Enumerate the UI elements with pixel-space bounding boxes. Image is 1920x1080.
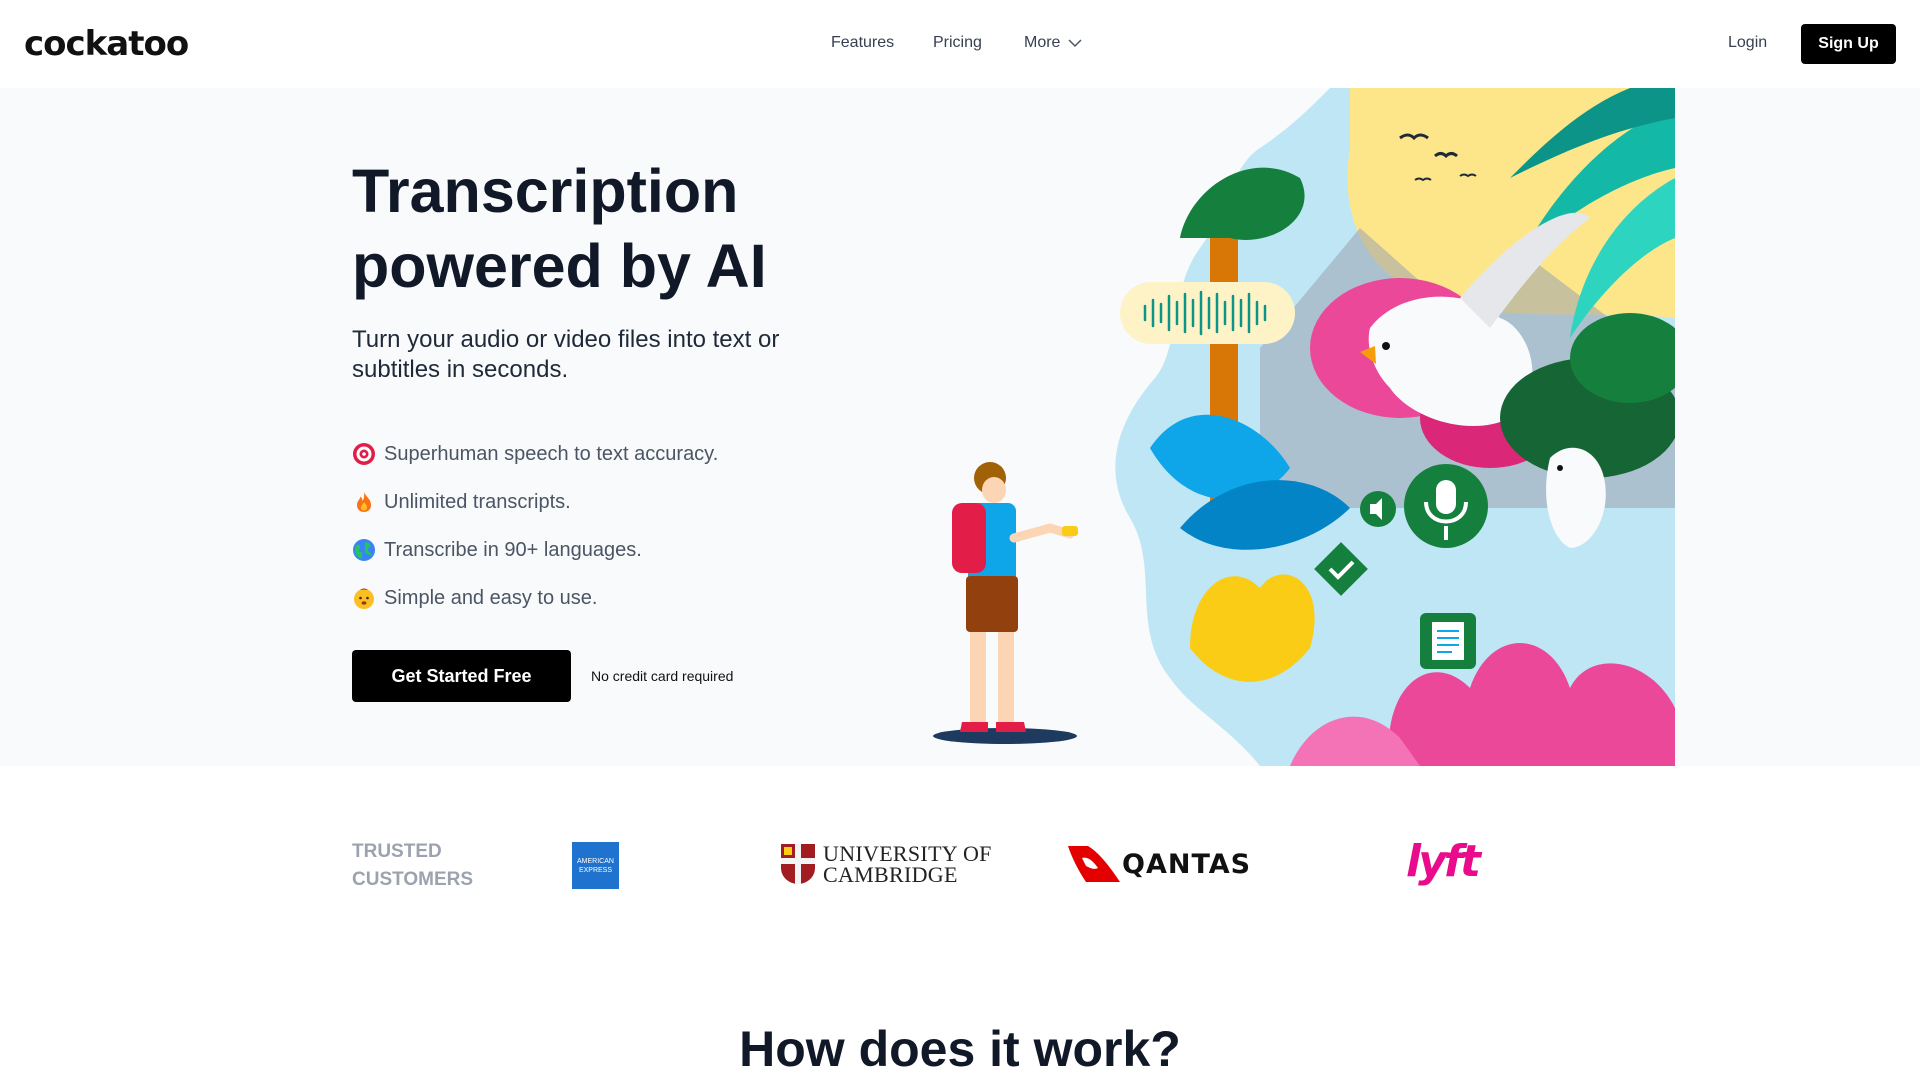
nav-features[interactable]: Features bbox=[831, 34, 894, 52]
hero-title-line1: Transcription bbox=[352, 157, 739, 225]
login-link[interactable]: Login bbox=[1728, 34, 1767, 52]
hero-section: Transcription powered by AI Turn your au… bbox=[0, 88, 1920, 766]
cta-note: No credit card required bbox=[591, 668, 734, 684]
qantas-text: QANTAS bbox=[1122, 848, 1252, 880]
baby-icon bbox=[354, 588, 374, 609]
hero-subtitle: Turn your audio or video files into text… bbox=[352, 326, 780, 383]
feature-item: Simple and easy to use. bbox=[352, 574, 718, 622]
get-started-button[interactable]: Get Started Free bbox=[352, 650, 571, 702]
hero-title: Transcription powered by AI bbox=[352, 154, 872, 304]
nav-more-label: More bbox=[1024, 34, 1061, 51]
trusted-customers-label: TRUSTED CUSTOMERS bbox=[352, 838, 473, 894]
hero-title-line2: powered by AI bbox=[352, 232, 767, 300]
feature-text: Superhuman speech to text accuracy. bbox=[384, 442, 719, 465]
nav-more[interactable]: More bbox=[1024, 34, 1082, 52]
site-header: cockatoo Features Pricing More Login Sig… bbox=[0, 0, 1920, 88]
qantas-kangaroo-icon bbox=[1068, 846, 1120, 882]
chevron-down-icon bbox=[1068, 39, 1082, 48]
cambridge-crest-icon bbox=[781, 844, 815, 884]
qantas-logo: QANTAS bbox=[1068, 846, 1251, 882]
cambridge-line1: UNIVERSITY OF bbox=[823, 841, 992, 866]
fire-icon bbox=[357, 492, 371, 512]
signup-button[interactable]: Sign Up bbox=[1801, 24, 1896, 64]
feature-list: Superhuman speech to text accuracy. Unli… bbox=[352, 430, 718, 622]
how-it-works-title: How does it work? bbox=[739, 1021, 1181, 1077]
globe-icon bbox=[353, 539, 375, 561]
feature-item: Unlimited transcripts. bbox=[352, 478, 718, 526]
feature-item: Transcribe in 90+ languages. bbox=[352, 526, 718, 574]
cambridge-logo: UNIVERSITY OF CAMBRIDGE bbox=[781, 841, 992, 887]
target-icon bbox=[353, 443, 375, 465]
feature-text: Simple and easy to use. bbox=[384, 586, 598, 609]
amex-logo: AMERICAN EXPRESS bbox=[572, 842, 619, 889]
hero-illustration bbox=[933, 88, 1675, 766]
trusted-label-line2: CUSTOMERS bbox=[352, 869, 474, 890]
nav-pricing[interactable]: Pricing bbox=[933, 34, 982, 52]
feature-item: Superhuman speech to text accuracy. bbox=[352, 430, 718, 478]
feature-text: Unlimited transcripts. bbox=[384, 490, 571, 513]
trusted-label-line1: TRUSTED bbox=[352, 841, 442, 862]
cambridge-text: UNIVERSITY OF CAMBRIDGE bbox=[823, 841, 992, 887]
feature-text: Transcribe in 90+ languages. bbox=[384, 538, 642, 561]
cambridge-line2: CAMBRIDGE bbox=[823, 862, 958, 887]
lyft-logo: lyft bbox=[1406, 836, 1481, 887]
cockatoo-logo[interactable]: cockatoo bbox=[24, 24, 189, 64]
